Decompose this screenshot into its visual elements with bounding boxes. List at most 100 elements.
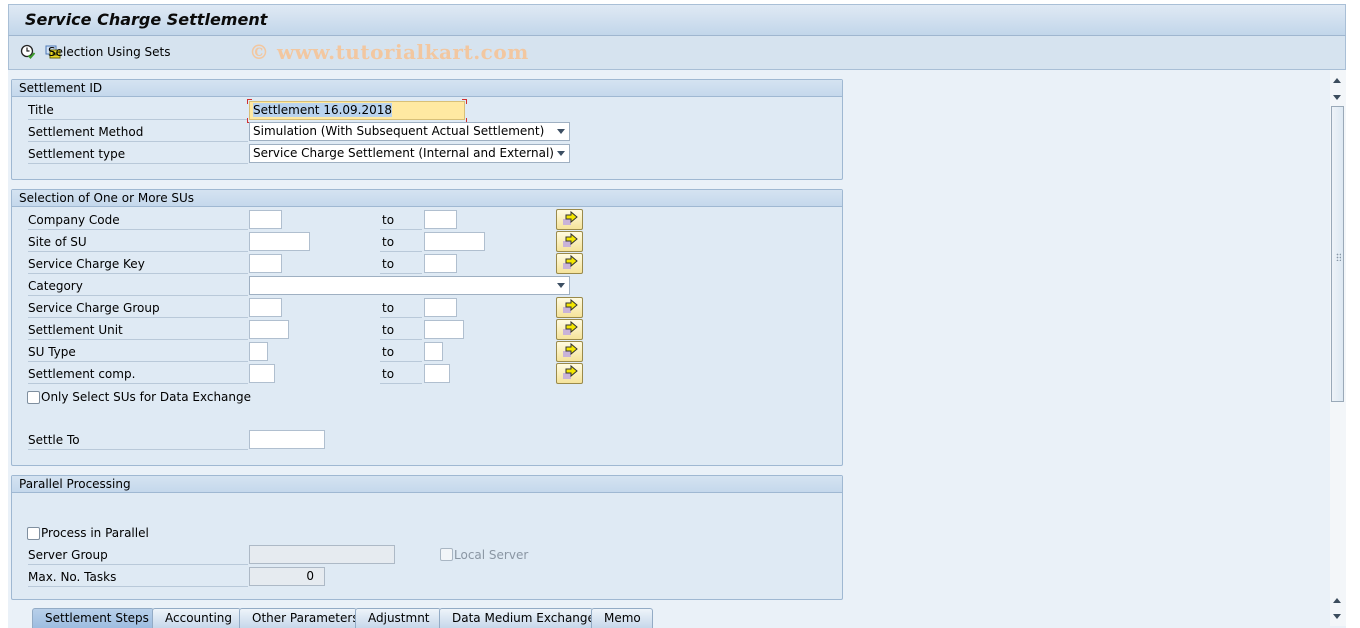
chevron-down-icon [557,151,565,156]
row-divider [28,273,248,274]
row-divider [28,295,248,296]
title-bar: Service Charge Settlement [8,4,1346,36]
scroll-down-bottom-icon[interactable] [1333,614,1341,619]
range-from-input[interactable] [249,254,282,273]
multiple-selection-button[interactable] [556,253,583,274]
multiple-selection-button[interactable] [556,297,583,318]
range-from-input[interactable] [249,364,275,383]
group-settlement-id: Settlement ID Title Settlement 16.09.201… [11,79,843,180]
title-value: Settlement 16.09.2018 [253,103,393,117]
multiple-selection-arrow-icon [563,364,578,379]
settlement-type-dropdown[interactable]: Service Charge Settlement (Internal and … [249,144,570,163]
range-from-input[interactable] [249,232,310,251]
row-divider [28,361,248,362]
range-to-input[interactable] [424,232,485,251]
selection-row: SU Type to [28,341,838,362]
multiple-selection-arrow-icon [563,298,578,313]
title-row: Title Settlement 16.09.2018 [28,99,838,123]
range-to-input[interactable] [424,298,457,317]
row-divider [28,141,248,142]
selection-row-label: Service Charge Key [28,257,145,271]
selection-row-label: Service Charge Group [28,301,160,315]
row-divider [28,119,248,120]
range-from-input[interactable] [249,342,268,361]
scroll-down-icon[interactable] [1333,95,1341,100]
vertical-scrollbar[interactable] [1330,70,1346,626]
tab-memo[interactable]: Memo [591,608,653,628]
selection-row-label: Site of SU [28,235,87,249]
main-content: Settlement ID Title Settlement 16.09.201… [8,70,1330,626]
multiple-selection-button[interactable] [556,231,583,252]
range-from-input[interactable] [249,298,282,317]
settle-to-label: Settle To [28,433,80,447]
row-divider [380,317,422,318]
group-header: Settlement ID [12,80,842,97]
multiple-selection-button[interactable] [556,209,583,230]
to-label: to [382,345,395,359]
grip-icon [1336,253,1341,261]
row-divider [28,339,248,340]
to-label: to [382,257,395,271]
application-toolbar: Selection Using Sets © www.tutorialkart.… [8,36,1346,70]
selection-row: Settlement comp. to [28,363,838,384]
multiple-selection-button[interactable] [556,363,583,384]
local-server-checkbox [440,548,453,561]
row-divider [28,564,248,565]
process-in-parallel-checkbox[interactable] [27,527,40,540]
multiple-selection-button[interactable] [556,319,583,340]
tab-accounting[interactable]: Accounting [152,608,241,628]
to-label: to [382,235,395,249]
data-exchange-checkbox[interactable] [27,391,40,404]
range-to-input[interactable] [424,210,457,229]
to-label: to [382,367,395,381]
row-divider [380,273,422,274]
tab-settlement-steps[interactable]: Settlement Steps [32,608,154,628]
multiple-selection-arrow-icon [563,254,578,269]
multiple-selection-button[interactable] [556,341,583,362]
category-dropdown[interactable] [249,276,570,295]
range-from-input[interactable] [249,210,282,229]
settlement-method-dropdown[interactable]: Simulation (With Subsequent Actual Settl… [249,122,570,141]
max-tasks-input[interactable]: 0 [249,567,325,586]
server-group-input [249,545,395,564]
range-to-input[interactable] [424,364,450,383]
range-to-input[interactable] [424,254,457,273]
selection-row-label: SU Type [28,345,76,359]
group-selection-sus: Selection of One or More SUs Company Cod… [11,189,843,466]
to-label: to [382,213,395,227]
data-exchange-label: Only Select SUs for Data Exchange [41,390,252,404]
focus-corner [247,99,252,104]
scrollbar-thumb[interactable] [1331,106,1344,402]
execute-clock-icon [20,44,36,59]
settle-to-input[interactable] [249,430,325,449]
sap-window: Service Charge Settlement Selection Usin… [8,4,1346,628]
multiple-selection-arrow-icon [563,320,578,335]
selection-using-sets-label: Selection Using Sets [48,45,171,59]
multiple-selection-arrow-icon [563,342,578,357]
row-divider [380,383,422,384]
group-parallel-processing: Parallel Processing Process in Parallel … [11,475,843,600]
execute-button[interactable] [20,43,36,61]
settlement-method-label: Settlement Method [28,125,144,139]
settlement-type-value: Service Charge Settlement (Internal and … [253,146,554,160]
process-in-parallel-label: Process in Parallel [41,526,149,540]
settlement-type-label: Settlement type [28,147,126,161]
selection-using-sets-button[interactable]: Selection Using Sets [45,43,170,61]
range-to-input[interactable] [424,320,464,339]
selection-row: Company Code to [28,209,838,230]
tab-adjustmnt[interactable]: Adjustmnt [355,608,441,628]
server-group-row: Server Group Local Server [28,545,838,565]
tab-data-medium-exchange[interactable]: Data Medium Exchange [439,608,595,628]
selection-row-label: Settlement Unit [28,323,123,337]
range-from-input[interactable] [249,320,289,339]
tab-other-parameters[interactable]: Other Parameters [239,608,359,628]
row-divider [28,163,248,164]
selection-row: Site of SU to [28,231,838,252]
row-divider [28,251,248,252]
range-to-input[interactable] [424,342,443,361]
scroll-up-bottom-icon[interactable] [1333,598,1341,603]
selection-row: Category [28,276,838,296]
row-divider [28,229,248,230]
scroll-up-icon[interactable] [1333,78,1341,83]
title-input[interactable]: Settlement 16.09.2018 [249,101,465,120]
